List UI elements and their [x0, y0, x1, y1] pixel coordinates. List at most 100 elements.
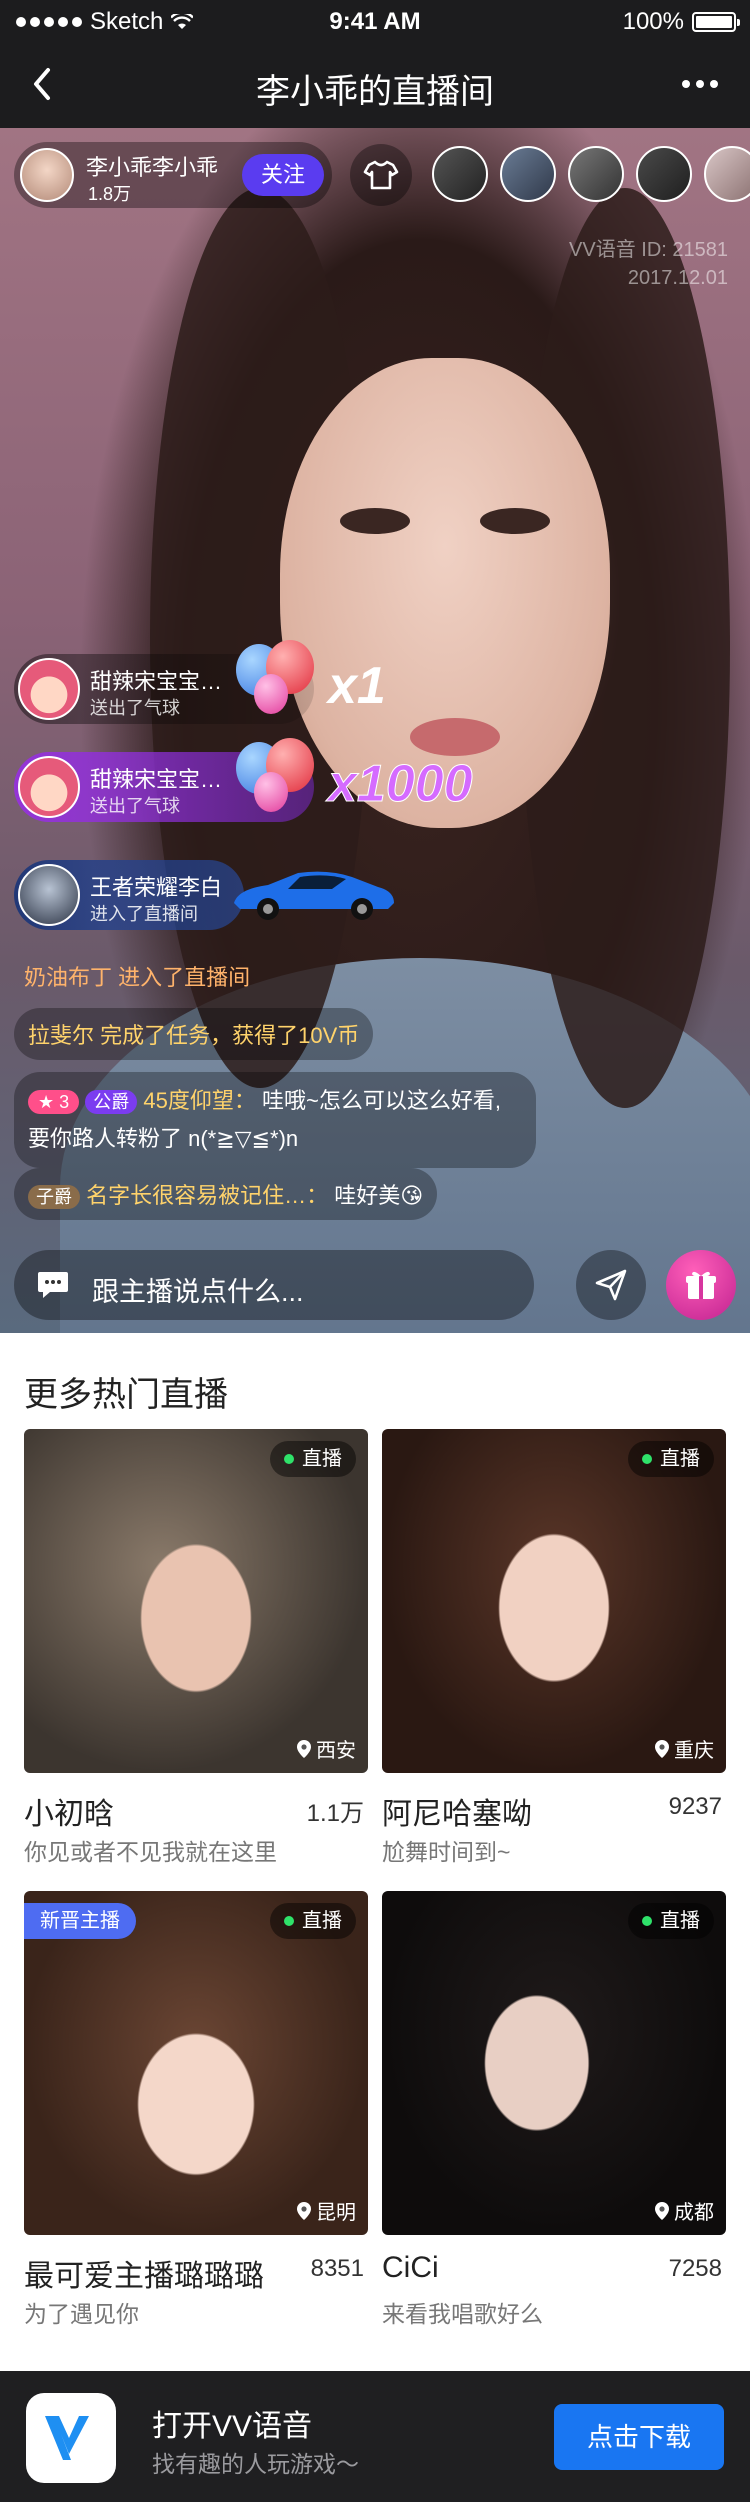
video-backdrop	[480, 508, 550, 534]
chat-bubble-icon	[38, 1272, 68, 1298]
chat-user: 45度仰望：	[143, 1088, 256, 1113]
download-button[interactable]: 点击下载	[554, 2404, 724, 2470]
chat-message: ★ 3 公爵 45度仰望： 哇哦~怎么可以这么好看, 要你路人转粉了 n(*≧▽…	[14, 1072, 536, 1168]
gift-count: x1	[328, 657, 386, 715]
watermark-id: VV语音 ID: 21581	[569, 239, 728, 261]
viewer-avatar[interactable]	[500, 146, 556, 202]
stream-desc: 尬舞时间到~	[382, 1839, 511, 1865]
viewer-count: 9237	[668, 1793, 722, 1820]
chat-text: 进入了直播间	[118, 965, 251, 990]
chat-text: 哇哦~怎么可以这么好看,	[262, 1088, 501, 1113]
new-streamer-badge: 新晋主播	[24, 1903, 136, 1939]
nav-bar: 李小乖的直播间	[0, 40, 750, 128]
send-button[interactable]	[576, 1250, 646, 1320]
battery-label: 100%	[622, 8, 684, 35]
gift-action: 送出了气球	[90, 698, 180, 718]
live-video[interactable]: VV语音 ID: 21581 2017.12.01 李小乖李小乖 1.8万 关注…	[0, 128, 750, 1333]
live-status-badge: 直播	[628, 1903, 714, 1939]
viewer-count: 7258	[668, 2255, 722, 2282]
location: 西安	[296, 1734, 356, 1763]
more-dot-icon	[710, 80, 718, 88]
vip-entry-notice: 王者荣耀李白 进入了直播间	[14, 860, 244, 930]
page-title: 李小乖的直播间	[256, 73, 494, 111]
chat-message: 子爵 名字长很容易被记住…： 哇好美😘	[14, 1168, 438, 1220]
location: 重庆	[654, 1734, 714, 1763]
balloon-gift-icon	[232, 640, 322, 730]
gift-button[interactable]	[666, 1250, 736, 1320]
watermark: VV语音 ID: 21581 2017.12.01	[569, 236, 728, 292]
host-name: 李小乖李小乖	[86, 155, 219, 180]
gift-sender-avatar	[18, 756, 80, 818]
chat-task-message: 拉斐尔 完成了任务，获得了10V币	[14, 1008, 374, 1060]
location-pin-icon	[297, 1739, 311, 1758]
banner-title: 打开VV语音	[152, 2410, 313, 2443]
stream-desc: 为了遇见你	[24, 2301, 139, 2327]
gift-sender-name: 甜辣宋宝宝宝宝	[90, 767, 240, 792]
chat-text: 完成了任务，获得了10V币	[100, 1023, 360, 1048]
live-card[interactable]: 直播 西安 小初晗 1.1万 你见或者不见我就在这里	[24, 1429, 368, 1865]
streamer-name: CiCi	[382, 2251, 439, 2284]
more-dot-icon	[682, 80, 690, 88]
chat-enter-message: 奶油布丁 进入了直播间	[14, 954, 260, 998]
streamer-name: 小初晗	[24, 1798, 114, 1831]
gift-box-icon	[686, 1271, 716, 1299]
chat-input[interactable]: 跟主播说点什么...	[14, 1250, 534, 1320]
stream-desc: 你见或者不见我就在这里	[24, 1839, 277, 1865]
video-backdrop	[410, 718, 500, 756]
vv-logo-icon	[45, 2416, 89, 2460]
live-cover[interactable]: 新晋主播 直播 昆明	[24, 1891, 368, 2235]
live-status-badge: 直播	[628, 1441, 714, 1477]
viewer-avatar[interactable]	[704, 146, 750, 202]
location-pin-icon	[655, 2201, 669, 2220]
live-card[interactable]: 新晋主播 直播 昆明 最可爱主播璐璐璐 8351 为了遇见你	[24, 1891, 368, 2327]
chat-user: 拉斐尔	[28, 1023, 95, 1048]
status-bar: Sketch 9:41 AM 100%	[0, 0, 750, 40]
chat-text: 要你路人转粉了 n(*≧▽≦*)n	[28, 1126, 299, 1151]
viewer-avatar[interactable]	[636, 146, 692, 202]
level-value: 3	[59, 1092, 70, 1113]
streamer-name: 阿尼哈塞呦	[382, 1798, 532, 1831]
viewer-avatar[interactable]	[568, 146, 624, 202]
viewer-list[interactable]	[432, 146, 750, 202]
viewer-count: 8351	[310, 2255, 364, 2282]
gift-action: 送出了气球	[90, 796, 180, 816]
video-backdrop	[340, 508, 410, 534]
location-pin-icon	[297, 2201, 311, 2220]
viewer-avatar[interactable]	[432, 146, 488, 202]
location: 成都	[654, 2196, 714, 2225]
host-card[interactable]: 李小乖李小乖 1.8万 关注	[14, 142, 332, 208]
top-bar: Sketch 9:41 AM 100% 李小乖的直播间	[0, 0, 750, 128]
level-badge: ★ 3	[28, 1090, 80, 1115]
chat-user: 名字长很容易被记住…：	[86, 1183, 329, 1208]
battery: 100%	[622, 8, 740, 36]
vip-avatar	[18, 864, 80, 926]
download-banner: 打开VV语音 找有趣的人玩游戏～ 点击下载	[0, 2371, 750, 2502]
vip-name: 王者荣耀李白	[90, 875, 223, 900]
live-card[interactable]: 直播 成都 CiCi 7258 来看我唱歌好么	[382, 1891, 726, 2327]
chat-text: 哇好美😘	[334, 1183, 424, 1208]
follow-button[interactable]: 关注	[242, 154, 324, 196]
location-pin-icon	[655, 1739, 669, 1758]
send-icon	[595, 1269, 627, 1301]
live-cover[interactable]: 直播 重庆	[382, 1429, 726, 1773]
sports-car-icon	[234, 871, 394, 920]
live-cover[interactable]: 直播 成都	[382, 1891, 726, 2235]
app-logo	[26, 2393, 116, 2483]
location-label: 西安	[316, 1740, 356, 1762]
host-avatar[interactable]	[20, 148, 74, 202]
vip-action: 进入了直播间	[90, 904, 198, 924]
live-cover[interactable]: 直播 西安	[24, 1429, 368, 1773]
shirt-icon	[363, 160, 399, 190]
live-card[interactable]: 直播 重庆 阿尼哈塞呦 9237 尬舞时间到~	[382, 1429, 726, 1865]
banner-subtitle: 找有趣的人玩游戏～	[152, 2451, 359, 2477]
location-label: 成都	[674, 2202, 714, 2224]
streamer-name: 最可爱主播璐璐璐	[24, 2260, 264, 2293]
more-button[interactable]	[676, 64, 724, 104]
chat-input-placeholder: 跟主播说点什么...	[92, 1277, 304, 1307]
balloon-gift-icon	[232, 738, 322, 828]
title-badge: 公爵	[85, 1090, 138, 1115]
gift-sender-avatar	[18, 658, 80, 720]
wardrobe-button[interactable]	[350, 144, 412, 206]
watermark-date: 2017.12.01	[627, 267, 728, 289]
location-label: 重庆	[674, 1740, 714, 1762]
